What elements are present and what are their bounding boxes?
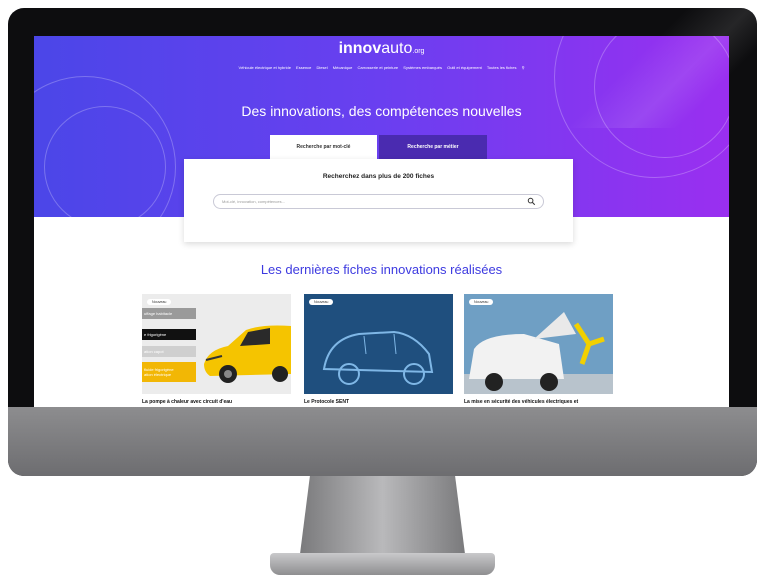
hero-headline: Des innovations, des compétences nouvell… <box>241 103 522 119</box>
section-title: Les dernières fiches innovations réalisé… <box>260 262 503 277</box>
logo-suffix: .org <box>412 48 425 55</box>
nav-item-carrosserie[interactable]: Carrosserie et peinture <box>357 65 398 70</box>
new-badge: Nouveau <box>147 299 172 305</box>
yellow-car-image <box>204 325 291 383</box>
tab-search-job[interactable]: Recherche par métier <box>379 135 487 159</box>
card-title[interactable]: Le Protocole SENT <box>304 399 349 405</box>
label-chip: ation capot <box>142 346 196 357</box>
label-chip: e frigorigène <box>142 329 196 340</box>
search-card: Recherchez dans plus de 200 fiches Mot-c… <box>184 159 573 242</box>
card-title[interactable]: La pompe à chaleur avec circuit d'eau <box>142 399 232 405</box>
spirograph-decoration-left-inner <box>44 106 166 217</box>
logo-bold: innov <box>338 40 382 57</box>
nav-item-outil-equipement[interactable]: Outil et équipement <box>447 65 482 70</box>
card-protocole-sent[interactable]: Nouveau <box>304 294 453 394</box>
nav-item-diesel[interactable]: Diesel <box>317 65 328 70</box>
logo-light: auto <box>381 40 413 57</box>
monitor-chin <box>8 407 757 476</box>
site-logo[interactable]: innovauto.org <box>34 40 729 58</box>
label-chip: uffage habitacle <box>142 308 196 319</box>
nav-search-icon[interactable]: ⚲ <box>522 65 525 70</box>
card-mise-en-securite[interactable]: Nouveau <box>464 294 613 394</box>
tab-search-keyword[interactable]: Recherche par mot-clé <box>270 135 377 159</box>
card-title[interactable]: La mise en sécurité des véhicules électr… <box>464 399 578 405</box>
card-pompe-chaleur[interactable]: uffage habitacle e frigorigène ation cap… <box>142 294 291 394</box>
nav-item-mecanique[interactable]: Mécanique <box>333 65 353 70</box>
nav-item-essence[interactable]: Essence <box>296 65 311 70</box>
nav-item-toutes-les-fiches[interactable]: Toutes les fiches <box>487 65 517 70</box>
screen: innovauto.org Véhicule électrique et hyb… <box>34 36 729 407</box>
search-input[interactable]: Mot-clé, innovation, compétences... <box>213 194 544 209</box>
smart-car-image <box>304 294 453 394</box>
nav-item-systemes-embarques[interactable]: Systèmes embarqués <box>403 65 442 70</box>
search-title: Recherchez dans plus de 200 fiches <box>322 173 435 180</box>
search-icon[interactable] <box>527 197 536 206</box>
new-badge: Nouveau <box>469 299 494 305</box>
main-nav: Véhicule électrique et hybride Essence D… <box>34 65 729 70</box>
monitor-base <box>270 553 495 575</box>
monitor-stand <box>300 476 465 554</box>
new-badge: Nouveau <box>309 299 334 305</box>
search-placeholder: Mot-clé, innovation, compétences... <box>222 199 285 204</box>
nav-item-vehicule-electrique[interactable]: Véhicule électrique et hybride <box>238 65 290 70</box>
white-car-image <box>464 294 613 394</box>
label-chip: fluide frigorigène ation électrique <box>142 362 196 382</box>
